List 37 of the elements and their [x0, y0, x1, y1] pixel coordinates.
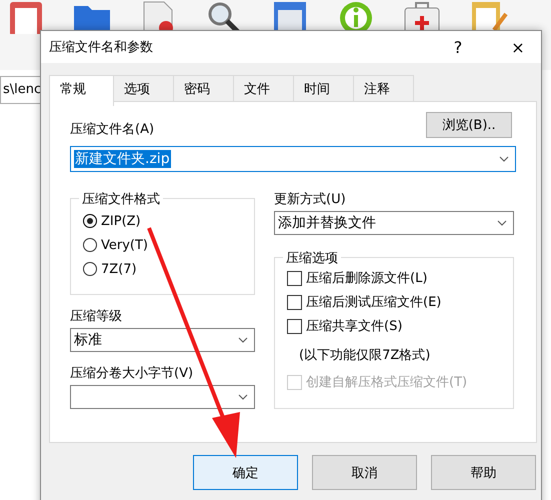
split-size-dropdown[interactable]	[70, 385, 255, 409]
field-label: 压缩分卷大小字节(V)	[70, 365, 194, 382]
note-text: (以下功能仅限7Z格式)	[298, 347, 432, 365]
dialog-button[interactable]: 取消	[312, 455, 417, 490]
help-button[interactable]: ?	[435, 38, 481, 56]
checkbox-label: 压缩后测试压缩文件(E)	[306, 294, 442, 311]
radio-label: ZIP(Z)	[101, 214, 141, 228]
close-button[interactable]: ×	[495, 38, 541, 56]
group-title: 压缩文件格式	[79, 190, 163, 208]
checkbox[interactable]	[287, 318, 302, 334]
field-label: 更新方式(U)	[274, 191, 347, 208]
checkbox[interactable]	[287, 270, 302, 286]
radio-button[interactable]	[83, 214, 97, 228]
window-title: 压缩文件名和参数	[49, 39, 154, 56]
group-title: 压缩选项	[283, 249, 341, 267]
archive-name-field[interactable]: 新建文件夹.zip	[70, 146, 516, 172]
checkbox-label: 压缩共享文件(S)	[306, 318, 402, 335]
checkbox[interactable]	[287, 294, 302, 310]
level-dropdown[interactable]: 标准	[70, 328, 255, 352]
chevron-down-icon	[497, 220, 507, 226]
field-label: 压缩等级	[70, 308, 123, 325]
radio-label: 7Z(7)	[101, 262, 137, 276]
tab[interactable]: 注释	[353, 75, 414, 101]
dialog-button[interactable]: 帮助	[431, 455, 536, 490]
browse-button[interactable]: 浏览(B)..	[426, 112, 512, 138]
dialog-button[interactable]: 确定	[193, 455, 298, 490]
radio-label: Very(T)	[101, 238, 148, 252]
radio-button[interactable]	[83, 262, 97, 276]
radio-button[interactable]	[83, 238, 97, 252]
checkbox-label: 创建自解压格式压缩文件(T)	[306, 374, 468, 391]
chevron-down-icon	[499, 156, 509, 162]
chevron-down-icon	[238, 337, 248, 343]
update-mode-dropdown[interactable]: 添加并替换文件	[274, 211, 514, 235]
checkbox-label: 压缩后删除源文件(L)	[306, 270, 428, 287]
tab[interactable]: 常规	[49, 75, 114, 106]
chevron-down-icon	[238, 394, 248, 400]
field-label: 压缩文件名(A)	[70, 121, 154, 138]
